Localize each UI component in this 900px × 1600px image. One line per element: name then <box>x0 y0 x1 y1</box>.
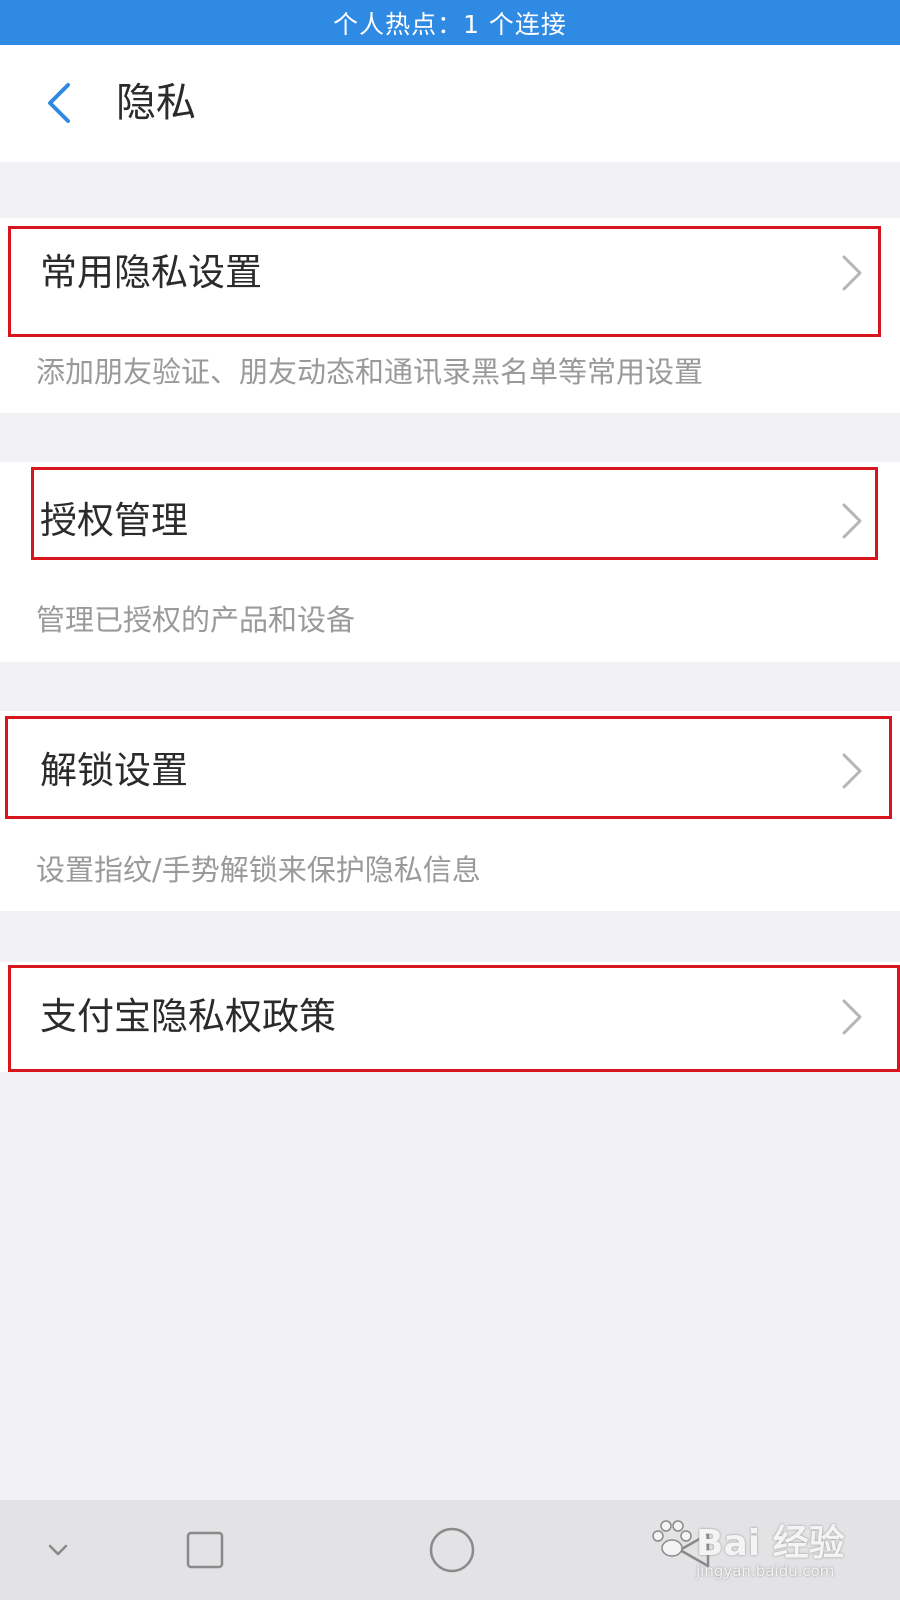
row-unlock-settings[interactable]: 解锁设置 <box>0 721 900 821</box>
row-description: 设置指纹/手势解锁来保护隐私信息 <box>36 853 481 887</box>
back-button[interactable] <box>34 75 84 131</box>
watermark: Bai 经验 jingyan.baidu.com <box>650 1500 870 1600</box>
section-authorization: 授权管理 管理已授权的产品和设备 <box>0 462 900 662</box>
section-common-privacy: 常用隐私设置 添加朋友验证、朋友动态和通讯录黑名单等常用设置 <box>0 218 900 413</box>
row-description: 添加朋友验证、朋友动态和通讯录黑名单等常用设置 <box>36 355 704 389</box>
chevron-right-icon <box>842 753 862 789</box>
chevron-right-icon <box>842 255 862 291</box>
row-description: 管理已授权的产品和设备 <box>36 603 356 637</box>
recent-apps-button[interactable] <box>180 1525 230 1575</box>
row-label: 常用隐私设置 <box>40 251 262 294</box>
collapse-icon <box>48 1544 68 1556</box>
home-button[interactable] <box>424 1522 480 1578</box>
row-label: 解锁设置 <box>40 749 188 792</box>
chevron-right-icon <box>842 999 862 1035</box>
row-common-privacy-settings[interactable]: 常用隐私设置 <box>0 223 900 323</box>
section-policy: 支付宝隐私权政策 <box>0 962 900 1072</box>
row-label: 支付宝隐私权政策 <box>40 995 336 1038</box>
status-bar-text: 个人热点：1 个连接 <box>333 9 567 39</box>
nav-bar: 隐私 <box>0 45 900 162</box>
chevron-left-icon <box>48 83 70 123</box>
collapse-button[interactable] <box>38 1530 78 1570</box>
recent-apps-icon <box>186 1531 224 1569</box>
home-icon <box>429 1527 475 1573</box>
status-bar: 个人热点：1 个连接 <box>0 0 900 45</box>
watermark-text: Bai 经验 <box>696 1523 845 1564</box>
section-unlock: 解锁设置 设置指纹/手势解锁来保护隐私信息 <box>0 711 900 911</box>
paw-logo-icon <box>652 1520 692 1557</box>
row-privacy-policy[interactable]: 支付宝隐私权政策 <box>0 967 900 1067</box>
watermark-url: jingyan.baidu.com <box>696 1562 835 1580</box>
row-authorization-management[interactable]: 授权管理 <box>0 471 900 571</box>
page-title: 隐私 <box>116 80 196 126</box>
chevron-right-icon <box>842 503 862 539</box>
row-label: 授权管理 <box>40 499 188 542</box>
